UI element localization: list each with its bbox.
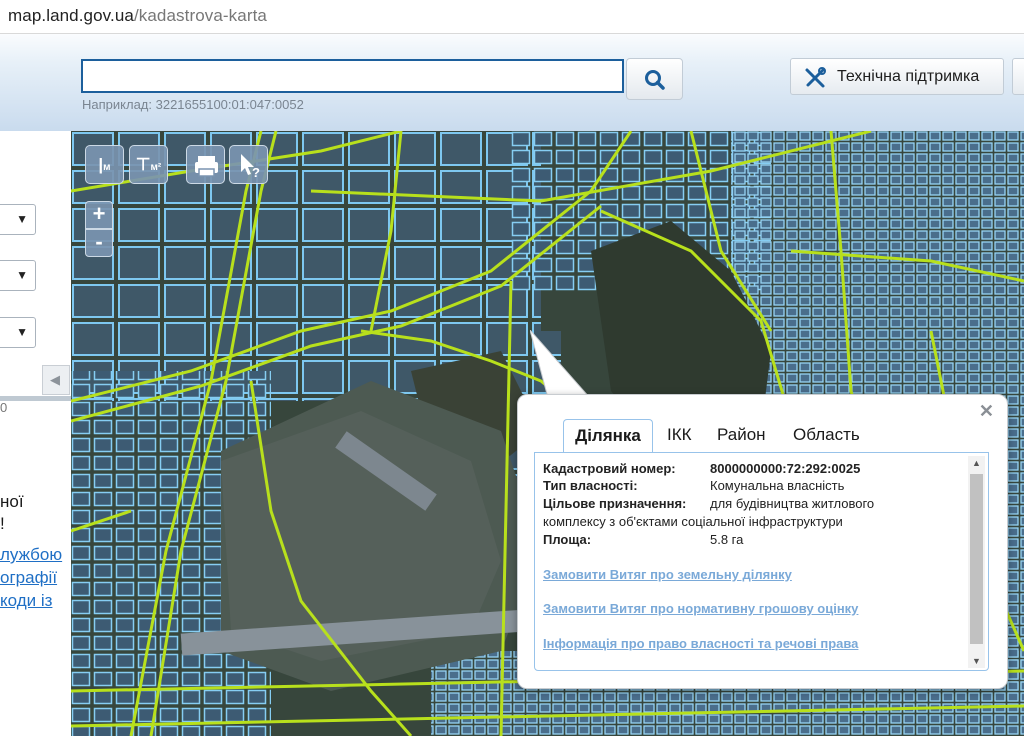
field-value-cadastral: 8000000000:72:292:0025: [710, 461, 861, 476]
measure-distance-button[interactable]: |м: [85, 145, 124, 184]
area-ruler-icon: ⊤: [135, 155, 151, 174]
text-fragment-2: !: [0, 514, 5, 533]
popup-scrollbar[interactable]: ▲ ▼: [968, 456, 985, 668]
measure-area-button[interactable]: ⊤м²: [129, 145, 168, 184]
search-button[interactable]: [626, 58, 683, 100]
panel-divider: [0, 396, 71, 401]
identify-button[interactable]: ?: [229, 145, 268, 184]
search-input[interactable]: [81, 59, 624, 93]
chevron-down-icon: ▼: [16, 212, 28, 226]
print-button[interactable]: [186, 145, 225, 184]
order-parcel-extract-link[interactable]: Замовити Витяг про земельну ділянку: [543, 567, 792, 582]
support-label: Технічна підтримка: [837, 68, 980, 85]
zoom-in-button[interactable]: +: [85, 201, 113, 229]
scroll-up-icon[interactable]: ▲: [972, 458, 981, 468]
collapse-panel-button[interactable]: ◀: [42, 365, 70, 395]
select-2[interactable]: ▼: [0, 260, 36, 291]
search-icon: [645, 70, 665, 90]
info-link-2[interactable]: ографії: [0, 568, 57, 588]
select-1[interactable]: ▼: [0, 204, 36, 235]
arrow-left-icon: ◀: [50, 372, 60, 387]
field-label-ownership: Тип власності:: [543, 478, 638, 493]
field-value-ownership: Комунальна власність: [710, 478, 845, 493]
tools-icon: [805, 67, 826, 88]
parcel-details: Кадастровий номер: 8000000000:72:292:002…: [534, 452, 989, 671]
search-hint: Наприклад: 3221655100:01:047:0052: [82, 97, 304, 112]
popup-pointer: [530, 330, 604, 400]
info-link-3[interactable]: коди із: [0, 591, 52, 611]
printer-icon: [195, 156, 218, 177]
select-3[interactable]: ▼: [0, 317, 36, 348]
address-bar[interactable]: map.land.gov.ua/kadastrova-karta: [0, 0, 1024, 34]
ownership-rights-link[interactable]: Інформація про право власності та речові…: [543, 636, 858, 651]
field-value-purpose-cont: комплексу з об'єктами соціальної інфраст…: [543, 514, 843, 529]
header-extra-button[interactable]: [1012, 58, 1024, 95]
close-icon[interactable]: ✕: [979, 401, 994, 422]
pointer-help-icon: ?: [241, 154, 260, 180]
parcel-info-popup: ✕ Ділянка ІКК Район Область Кадастровий …: [517, 394, 1008, 689]
field-label-cadastral: Кадастровий номер:: [543, 461, 676, 476]
tab-district[interactable]: Район: [717, 419, 766, 453]
info-link-1[interactable]: лужбою: [0, 545, 62, 565]
support-button[interactable]: Технічна підтримка: [790, 58, 1004, 95]
zoom-out-button[interactable]: -: [85, 229, 113, 257]
number-fragment: 0: [0, 400, 8, 415]
field-label-purpose: Цільове призначення:: [543, 496, 687, 511]
chevron-down-icon: ▼: [16, 325, 28, 339]
svg-text:?: ?: [252, 165, 260, 180]
url-text[interactable]: map.land.gov.ua/kadastrova-karta: [8, 6, 267, 26]
order-valuation-extract-link[interactable]: Замовити Витяг про нормативну грошову оц…: [543, 601, 858, 616]
tab-parcel[interactable]: Ділянка: [563, 419, 653, 453]
scroll-down-icon[interactable]: ▼: [972, 656, 981, 666]
field-value-area: 5.8 га: [710, 532, 744, 547]
left-panel: ▼ ▼ ▼: [0, 131, 71, 736]
text-fragment-1: ної: [0, 492, 24, 511]
tab-ikk[interactable]: ІКК: [667, 419, 692, 453]
scroll-thumb[interactable]: [970, 474, 983, 644]
chevron-down-icon: ▼: [16, 268, 28, 282]
tab-region[interactable]: Область: [793, 419, 860, 453]
field-value-purpose: для будівництва житлового: [710, 496, 875, 511]
field-label-area: Площа:: [543, 532, 592, 547]
